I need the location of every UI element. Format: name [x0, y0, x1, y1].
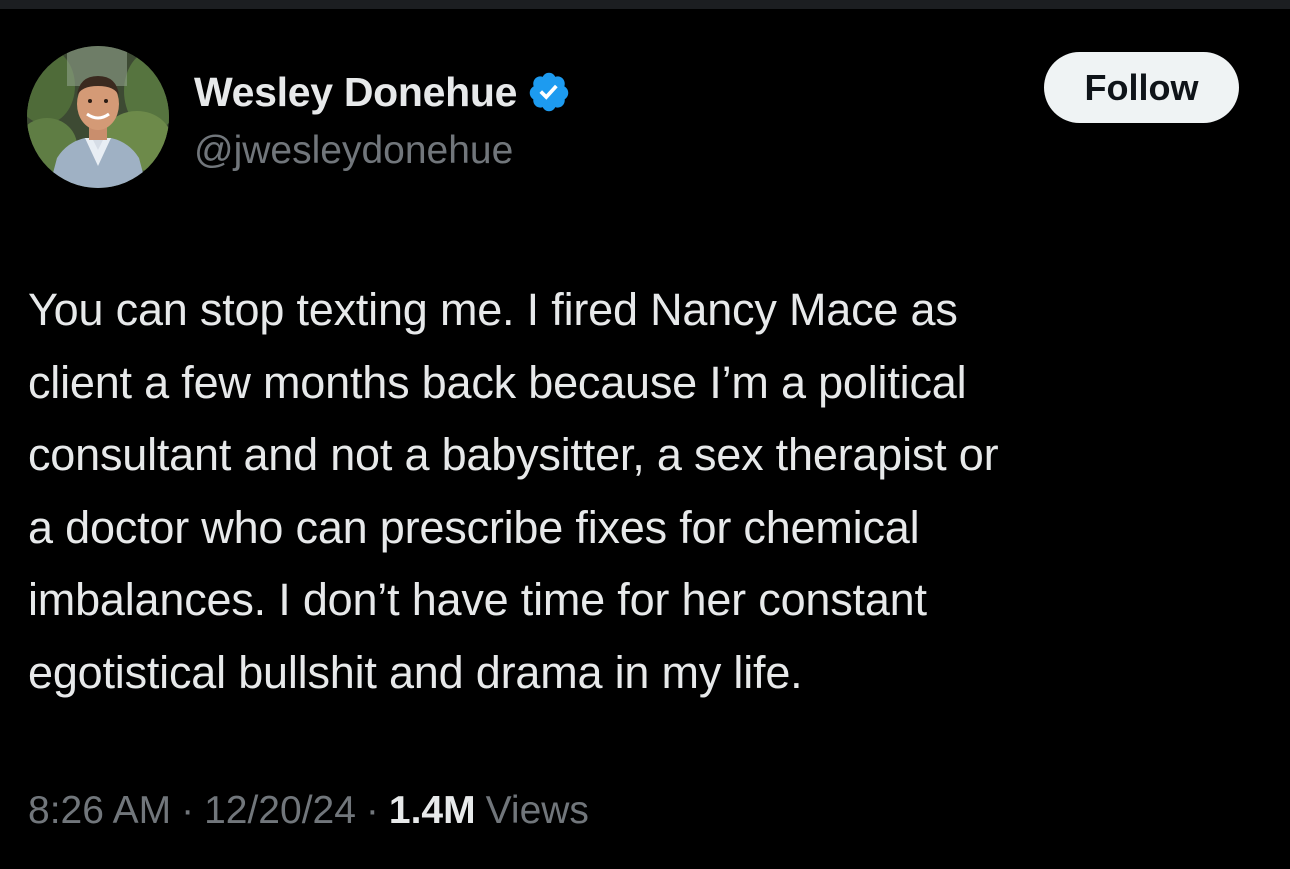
views-label: Views: [485, 789, 589, 832]
follow-button[interactable]: Follow: [1044, 52, 1239, 123]
avatar-photo: [27, 46, 169, 188]
tweet-card: Wesley Donehue @jwesleydonehue Follow Yo…: [0, 9, 1290, 869]
author-handle[interactable]: @jwesleydonehue: [194, 129, 513, 173]
separator-dot: ·: [365, 789, 379, 832]
author-display-name[interactable]: Wesley Donehue: [194, 69, 517, 116]
tweet-text: You can stop texting me. I fired Nancy M…: [28, 284, 999, 698]
tweet-time[interactable]: 8:26 AM: [28, 789, 171, 833]
avatar[interactable]: [27, 46, 169, 188]
author-name-row: Wesley Donehue: [194, 67, 571, 117]
separator-dot: ·: [181, 789, 195, 832]
tweet-metadata: 8:26 AM · 12/20/24 · 1.4M Views: [28, 789, 589, 833]
tweet-date[interactable]: 12/20/24: [204, 789, 356, 833]
top-divider: [0, 0, 1290, 9]
views-count: 1.4M: [388, 789, 476, 832]
verified-badge-icon[interactable]: [527, 70, 571, 114]
